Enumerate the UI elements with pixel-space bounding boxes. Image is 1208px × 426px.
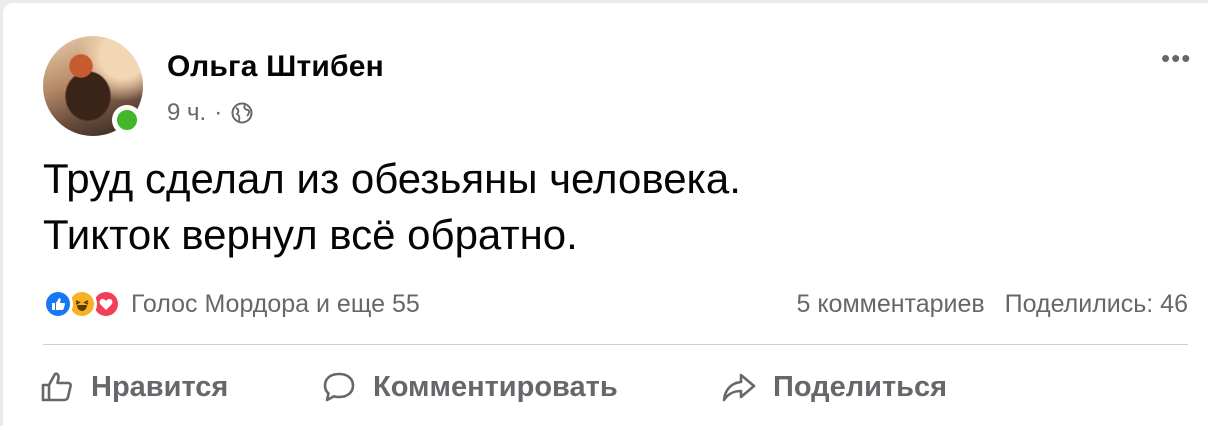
like-button[interactable]: Нравится: [39, 361, 228, 413]
comment-button[interactable]: Комментировать: [321, 361, 618, 413]
online-status-dot: [112, 105, 142, 135]
reactions-summary[interactable]: Голос Мордора и еще 55: [131, 290, 420, 319]
post-time[interactable]: 9 ч.: [167, 99, 206, 127]
reaction-icons[interactable]: [43, 289, 121, 319]
post-text: Труд сделал из обезьяны человека. Тикток…: [43, 151, 741, 263]
reactions-row: Голос Мордора и еще 55 5 комментариев По…: [43, 285, 1188, 323]
share-arrow-icon: [722, 373, 756, 402]
post-meta: 9 ч. ·: [167, 99, 254, 127]
post-card: Ольга Штибен 9 ч. · ••• Труд сделал из о…: [3, 3, 1208, 426]
actions-divider: [43, 344, 1188, 345]
more-options-icon[interactable]: •••: [1161, 45, 1191, 71]
post-text-line: Труд сделал из обезьяны человека.: [43, 155, 741, 202]
like-button-label: Нравится: [91, 370, 229, 403]
post-text-line: Тикток вернул всё обратно.: [43, 211, 578, 258]
post-stats: 5 комментариев Поделились: 46: [796, 290, 1188, 319]
globe-icon[interactable]: [230, 101, 254, 125]
comment-bubble-icon: [323, 372, 355, 402]
comments-count[interactable]: 5 комментариев: [796, 290, 984, 319]
shares-count[interactable]: Поделились: 46: [1005, 290, 1188, 319]
like-reaction-icon[interactable]: [43, 289, 73, 319]
thumbs-up-icon: [41, 372, 72, 402]
comment-button-label: Комментировать: [373, 370, 618, 403]
author-name[interactable]: Ольга Штибен: [167, 50, 384, 84]
share-button-label: Поделиться: [773, 370, 948, 403]
share-button[interactable]: Поделиться: [721, 361, 947, 413]
author-avatar-wrap[interactable]: [43, 36, 146, 139]
meta-separator: ·: [214, 99, 223, 126]
post-actions: Нравится Комментировать Поделиться: [39, 361, 1189, 413]
